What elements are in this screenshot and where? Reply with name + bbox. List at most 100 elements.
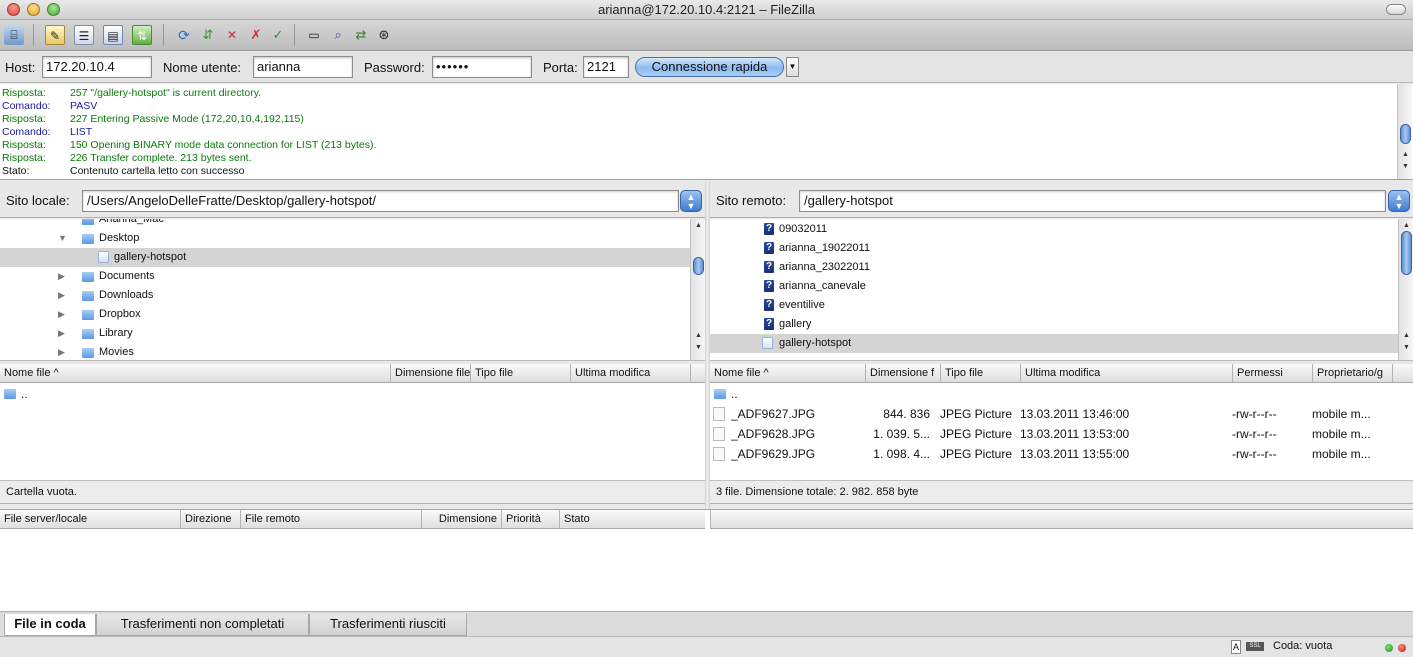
disclosure-collapsed-icon[interactable]: ▶ (58, 324, 68, 343)
remote-col-owner[interactable]: Proprietario/g (1313, 364, 1393, 383)
local-tree-icon[interactable]: ☰ (74, 25, 94, 45)
queue-col-size[interactable]: Dimensione (422, 510, 502, 529)
remote-col-permissions[interactable]: Permessi (1233, 364, 1313, 383)
remote-tree-node[interactable]: ? gallery (710, 315, 1398, 334)
local-col-size[interactable]: Dimensione file (391, 364, 471, 383)
remote-file-row[interactable]: _ADF9627.JPG 844. 836 JPEG Picture 13.03.20… (710, 404, 1413, 424)
search-icon[interactable]: ⊛ (374, 25, 394, 45)
tab-failed-transfers[interactable]: Trasferimenti non completati (96, 614, 309, 636)
log-entry-message: Contenuto cartella letto con successo (70, 165, 245, 177)
tab-queued-files[interactable]: File in coda (4, 614, 96, 636)
cancel-icon[interactable]: ✕ (222, 25, 242, 45)
local-col-name[interactable]: Nome file ^ (0, 364, 391, 383)
local-tree-scroll-up-icon[interactable]: ▲ (693, 331, 704, 341)
remote-tree-node[interactable]: ? arianna_canevale (710, 277, 1398, 296)
local-tree-node[interactable]: ▶ Dropbox (0, 305, 690, 324)
file-modified: 13.03.2011 13:53:00 (1020, 427, 1130, 441)
queue-col-local-file[interactable]: File server/locale (0, 510, 181, 529)
remote-col-type[interactable]: Tipo file (941, 364, 1021, 383)
password-field[interactable]: •••••• (432, 56, 532, 78)
remote-file-row[interactable]: _ADF9629.JPG 1. 098. 4... JPEG Picture 13.0… (710, 444, 1413, 464)
remote-col-name[interactable]: Nome file ^ (710, 364, 866, 383)
remote-tree-node[interactable]: ? 09032011 (710, 220, 1398, 239)
file-size: 1. 098. 4... (873, 447, 930, 461)
remote-tree-scroll-top-icon[interactable]: ▲ (1401, 221, 1412, 231)
disclosure-collapsed-icon[interactable]: ▶ (58, 305, 68, 324)
minimize-window-button[interactable] (27, 3, 40, 16)
local-tree-scrollbar[interactable]: ▲ ▲ ▼ (690, 219, 705, 360)
disclosure-collapsed-icon[interactable]: ▶ (58, 267, 68, 286)
remote-tree-scroll-down-icon[interactable]: ▼ (1401, 343, 1412, 353)
remote-col-size[interactable]: Dimensione f (866, 364, 941, 383)
file-icon (713, 407, 725, 421)
remote-tree-node[interactable]: ? arianna_19022011 (710, 239, 1398, 258)
refresh-icon[interactable]: ⟳ (174, 25, 194, 45)
disclosure-collapsed-icon[interactable]: ▶ (58, 286, 68, 305)
local-tree-node[interactable]: ▶ Library (0, 324, 690, 343)
local-col-modified[interactable]: Ultima modifica (571, 364, 691, 383)
log-scroll-up-icon[interactable]: ▲ (1400, 150, 1411, 160)
queue-tabs: File in coda Trasferimenti non completat… (0, 611, 1413, 636)
log-scroll-down-icon[interactable]: ▼ (1400, 162, 1411, 172)
queue-col-remote-file[interactable]: File remoto (241, 510, 422, 529)
disconnect-icon[interactable]: ✗ (246, 25, 266, 45)
tree-node-label: gallery-hotspot (779, 337, 852, 349)
remote-tree-node[interactable]: gallery-hotspot (710, 334, 1398, 353)
local-tree-node[interactable]: ▶ Documents (0, 267, 690, 286)
username-field[interactable]: arianna (253, 56, 353, 78)
host-label: Host: (5, 60, 36, 75)
toolbar-toggle-button[interactable] (1386, 4, 1406, 15)
tab-successful-transfers[interactable]: Trasferimenti riusciti (309, 614, 467, 636)
queue-col-status[interactable]: Stato (560, 510, 711, 529)
local-col-type[interactable]: Tipo file (471, 364, 571, 383)
queue-col-direction[interactable]: Direzione (181, 510, 241, 529)
local-path-field[interactable]: /Users/AngeloDelleFratte/Desktop/gallery… (82, 190, 679, 212)
quickconnect-history-dropdown[interactable]: ▼ (786, 57, 799, 77)
toolbar-separator (163, 24, 164, 46)
folder-icon (98, 251, 109, 263)
host-field[interactable]: 172.20.10.4 (42, 56, 152, 78)
local-tree-scroll-down-icon[interactable]: ▼ (693, 343, 704, 353)
local-tree-node[interactable]: gallery-hotspot (0, 248, 690, 267)
local-site-bar: Sito locale: /Users/AngeloDelleFratte/De… (0, 182, 705, 218)
remote-tree-scroll-thumb[interactable] (1401, 231, 1412, 275)
quickconnect-button[interactable]: Connessione rapida (635, 57, 784, 77)
site-manager-icon[interactable]: ⌸ (4, 25, 24, 45)
log-scroll-thumb[interactable] (1400, 124, 1411, 144)
remote-tree-scroll-up-icon[interactable]: ▲ (1401, 331, 1412, 341)
local-tree-node[interactable]: ▶ Downloads (0, 286, 690, 305)
remote-col-modified[interactable]: Ultima modifica (1021, 364, 1233, 383)
remote-file-row[interactable]: _ADF9628.JPG 1. 039. 5... JPEG Picture 13.0… (710, 424, 1413, 444)
port-field[interactable]: 2121 (583, 56, 629, 78)
log-scrollbar[interactable]: ▲ ▼ (1397, 84, 1412, 179)
local-tree-scroll-top-icon[interactable]: ▲ (693, 221, 704, 231)
zoom-window-button[interactable] (47, 3, 60, 16)
remote-path-field[interactable]: /gallery-hotspot (799, 190, 1386, 212)
remote-path-dropdown[interactable]: ▲ ▼ (1388, 190, 1410, 212)
remote-tree-scrollbar[interactable]: ▲ ▲ ▼ (1398, 219, 1413, 360)
local-tree-scroll-thumb[interactable] (693, 257, 704, 275)
tree-node-label: Arianna_Mac (99, 219, 164, 225)
reconnect-icon[interactable]: ✓ (268, 25, 288, 45)
disclosure-collapsed-icon[interactable]: ▶ (58, 343, 68, 360)
local-path-dropdown[interactable]: ▲ ▼ (680, 190, 702, 212)
filter-icon[interactable]: ▭ (304, 25, 324, 45)
transfer-queue-icon[interactable]: ⇅ (132, 25, 152, 45)
remote-file-row[interactable]: .. (710, 384, 1413, 404)
compare-icon[interactable]: ⌕ (328, 25, 348, 45)
remote-tree-node[interactable]: ? eventilive (710, 296, 1398, 315)
close-window-button[interactable] (7, 3, 20, 16)
process-queue-icon[interactable]: ⇵ (198, 25, 218, 45)
local-file-row[interactable]: .. (0, 384, 705, 404)
disclosure-expanded-icon[interactable]: ▼ (58, 229, 68, 248)
local-tree-node[interactable]: ▼ Desktop (0, 229, 690, 248)
sync-browse-icon[interactable]: ⇄ (351, 25, 371, 45)
message-log-icon[interactable]: ✎ (45, 25, 65, 45)
unknown-folder-icon: ? (764, 299, 774, 311)
queue-col-priority[interactable]: Priorità (502, 510, 560, 529)
remote-tree-icon[interactable]: ▤ (103, 25, 123, 45)
log-entry-type: Risposta: (2, 152, 46, 164)
local-tree-node[interactable]: Arianna_Mac (0, 219, 690, 229)
local-tree-node[interactable]: ▶ Movies (0, 343, 690, 360)
remote-tree-node[interactable]: ? arianna_23022011 (710, 258, 1398, 277)
